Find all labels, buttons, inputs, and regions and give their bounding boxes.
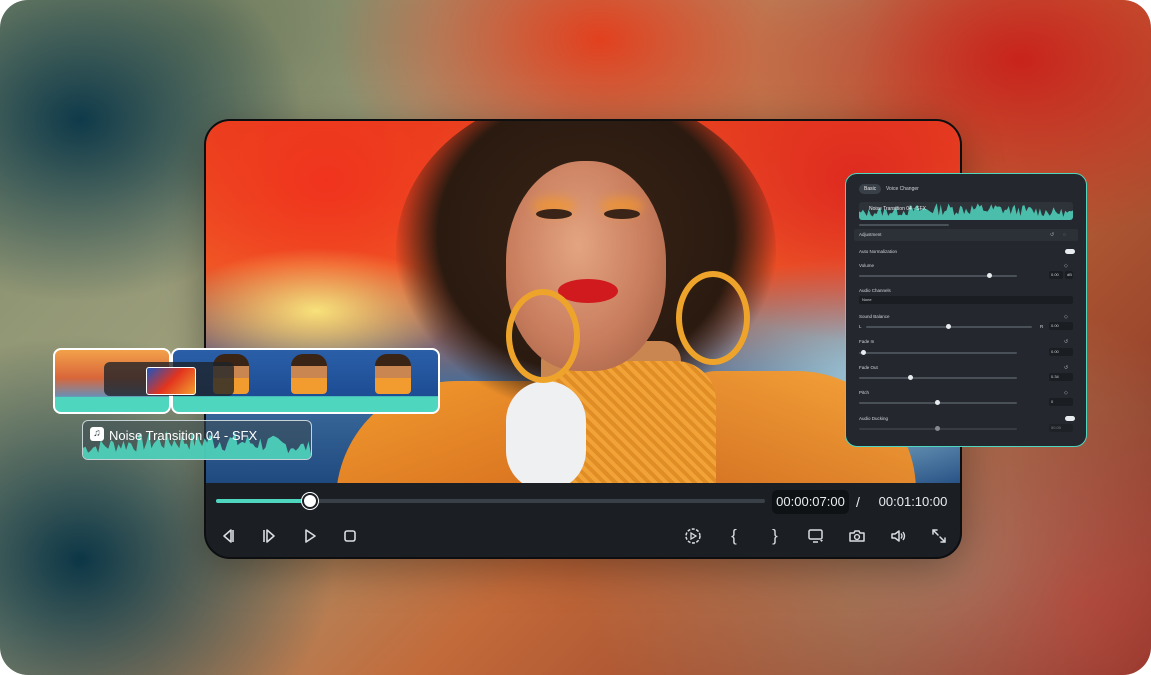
volume-icon [891, 530, 906, 542]
audio-clip-label: Noise Transition 04 - SFX [109, 428, 258, 443]
sound-balance-slider[interactable] [866, 324, 1032, 329]
preview-subject-eye [536, 209, 572, 219]
clip-thumbnail [375, 354, 411, 394]
pitch-label: Pitch [859, 390, 870, 395]
audio-channels-select[interactable]: None [859, 296, 1073, 304]
keyframe-icon[interactable]: ◇ [1064, 390, 1070, 396]
fullscreen-icon [932, 529, 946, 543]
playhead-handle[interactable] [302, 493, 319, 509]
tab-basic[interactable]: Basic [859, 184, 882, 194]
auto-normalization-toggle[interactable] [1065, 249, 1075, 254]
pitch-slider-handle[interactable] [935, 400, 940, 405]
timecode-separator: / [856, 494, 860, 510]
volume-value[interactable]: 0.00 [1049, 271, 1063, 279]
auto-normalization-label: Auto Normalization [859, 249, 898, 254]
display-settings-button[interactable] [803, 523, 829, 549]
stop-button[interactable] [337, 523, 363, 549]
adjustment-section-header[interactable] [854, 229, 1078, 241]
volume-slider-handle[interactable] [987, 273, 993, 278]
keyframe-icon[interactable]: ◇ [1064, 263, 1070, 269]
step-forward-button[interactable] [256, 523, 282, 549]
stop-icon [344, 530, 356, 542]
sound-balance-slider-handle[interactable] [946, 324, 951, 329]
panel-audio-waveform: Noise Transition 04 - SFX [859, 202, 1073, 220]
prev-frame-button[interactable] [215, 523, 241, 549]
tab-voice-changer[interactable]: Voice Changer [881, 184, 924, 194]
mark-out-button[interactable]: } [762, 523, 788, 549]
volume-button[interactable] [885, 523, 911, 549]
reset-icon[interactable]: ↺ [1064, 365, 1070, 371]
section-title: Adjustment [859, 232, 882, 237]
preview-subject-collar [506, 381, 586, 483]
preview-subject-eye [604, 209, 640, 219]
fade-in-value[interactable]: 0.00 [1049, 348, 1073, 356]
current-timecode: 00:00:07:00 [772, 490, 849, 514]
balance-left-label: L [859, 324, 862, 329]
audio-ducking-label: Audio Ducking [859, 416, 889, 421]
audio-ducking-slider-handle[interactable] [935, 426, 940, 431]
volume-slider[interactable] [859, 273, 1017, 278]
audio-ducking-toggle[interactable] [1065, 416, 1075, 421]
total-duration: 00:01:10:00 [878, 494, 948, 509]
preview-subject-earring [676, 271, 750, 365]
reset-icon[interactable]: ↺ [1050, 232, 1056, 238]
fade-out-value[interactable]: 0.34 [1049, 373, 1073, 381]
snapshot-button[interactable] [844, 523, 870, 549]
pitch-slider[interactable] [859, 400, 1017, 405]
play-icon [305, 529, 316, 543]
sound-balance-label: Sound Balance [859, 314, 890, 319]
render-preview-button[interactable] [680, 523, 706, 549]
keyframe-icon[interactable]: ◇ [1064, 314, 1070, 320]
audio-channels-label: Audio Channels [859, 288, 891, 293]
playback-progress-bar[interactable] [216, 493, 765, 509]
mark-out-icon: } [772, 526, 778, 545]
mark-in-button[interactable]: { [721, 523, 747, 549]
music-note-icon: ♫ [90, 427, 104, 441]
fade-out-label: Fade Out [859, 365, 878, 370]
sound-balance-value[interactable]: 0.00 [1049, 322, 1073, 330]
reset-icon[interactable]: ↺ [1064, 339, 1070, 345]
play-button[interactable] [297, 523, 323, 549]
balance-right-label: R [1040, 324, 1044, 329]
audio-ducking-slider[interactable] [859, 426, 1017, 431]
step-forward-icon [263, 529, 275, 543]
prev-frame-icon [223, 529, 234, 543]
fade-in-slider[interactable] [859, 350, 1017, 355]
fade-in-label: Fade In [859, 339, 875, 344]
fade-in-slider-handle[interactable] [860, 350, 866, 355]
clip-thumbnail [291, 354, 327, 394]
render-preview-icon [685, 528, 701, 544]
fullscreen-button[interactable] [926, 523, 952, 549]
volume-label: Volume [859, 263, 875, 268]
pitch-value[interactable]: 0 [1049, 398, 1073, 406]
mark-in-icon: { [731, 526, 737, 545]
audio-clip[interactable]: ♫ Noise Transition 04 - SFX [82, 420, 312, 460]
snapshot-icon [849, 530, 865, 542]
visibility-icon[interactable]: ◌ [1063, 232, 1069, 238]
transition-thumbnail [146, 367, 196, 395]
display-settings-icon [808, 529, 823, 543]
volume-unit: dB [1065, 271, 1073, 279]
audio-ducking-value[interactable]: 50.00 [1049, 424, 1073, 432]
preview-subject-earring [506, 289, 580, 383]
fade-out-slider[interactable] [859, 375, 1017, 380]
panel-scroll-indicator[interactable] [859, 224, 949, 226]
playback-progress-fill [216, 499, 310, 503]
fade-out-slider-handle[interactable] [908, 375, 914, 380]
panel-clip-name: Noise Transition 04 - SFX [869, 206, 926, 212]
audio-properties-panel: Basic Voice Changer Noise Transition 04 … [845, 173, 1087, 447]
